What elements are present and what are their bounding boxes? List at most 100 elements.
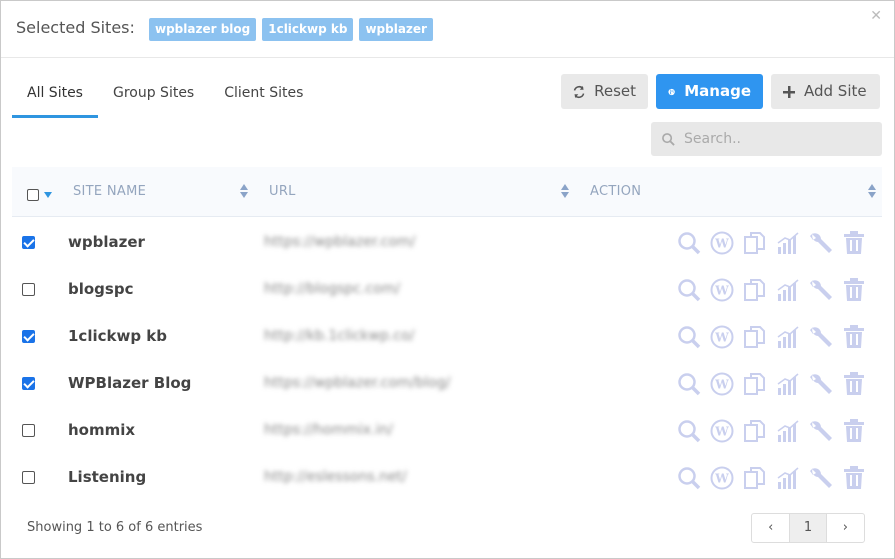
column-site-name[interactable]: SITE NAME: [73, 184, 146, 199]
site-name: hommix: [68, 421, 136, 439]
copy-icon[interactable]: [742, 324, 768, 350]
stats-icon[interactable]: [775, 324, 801, 350]
wrench-icon[interactable]: [808, 277, 834, 303]
magnifier-icon[interactable]: [676, 418, 702, 444]
wordpress-icon[interactable]: W: [709, 418, 735, 444]
prev-page-button[interactable]: ‹: [752, 514, 789, 542]
stats-icon[interactable]: [775, 277, 801, 303]
row-actions: W: [676, 324, 867, 350]
row-actions: W: [676, 230, 867, 256]
svg-text:W: W: [714, 425, 729, 439]
stats-icon[interactable]: [775, 465, 801, 491]
table-row: wpblazer https://wpblazer.com/W: [12, 218, 882, 265]
wordpress-icon[interactable]: W: [709, 277, 735, 303]
svg-text:W: W: [714, 331, 729, 345]
entries-info: Showing 1 to 6 of 6 entries: [27, 520, 203, 535]
site-name: Listening: [68, 468, 147, 486]
globe-icon: [668, 88, 675, 95]
table-row: Listening http://eslessons.net/W: [12, 453, 882, 500]
site-name: blogspc: [68, 280, 134, 298]
wordpress-icon[interactable]: W: [709, 324, 735, 350]
magnifier-icon[interactable]: [676, 230, 702, 256]
copy-icon[interactable]: [742, 418, 768, 444]
search-box: [651, 122, 882, 156]
wrench-icon[interactable]: [808, 230, 834, 256]
copy-icon[interactable]: [742, 465, 768, 491]
site-url[interactable]: http://kb.1clickwp.co/: [264, 328, 414, 344]
modal-title: Selected Sites:: [16, 18, 135, 37]
add-site-button[interactable]: Add Site: [771, 74, 880, 109]
stats-icon[interactable]: [775, 371, 801, 397]
trash-icon[interactable]: [841, 418, 867, 444]
selected-site-chip[interactable]: 1clickwp kb: [262, 18, 354, 41]
search-input[interactable]: [684, 131, 874, 147]
table-row: hommix https://hommix.in/W: [12, 406, 882, 453]
row-checkbox[interactable]: [22, 236, 35, 249]
refresh-icon: [573, 85, 585, 98]
sort-icon[interactable]: [868, 183, 876, 199]
row-actions: W: [676, 371, 867, 397]
select-all-checkbox[interactable]: [27, 189, 39, 201]
trash-icon[interactable]: [841, 465, 867, 491]
column-url[interactable]: URL: [269, 184, 296, 199]
site-url[interactable]: http://blogspc.com/: [264, 281, 400, 297]
copy-icon[interactable]: [742, 230, 768, 256]
add-site-label: Add Site: [804, 82, 867, 100]
wrench-icon[interactable]: [808, 418, 834, 444]
svg-text:W: W: [714, 284, 729, 298]
table-header: SITE NAME URL ACTION: [12, 167, 882, 217]
manage-button[interactable]: Manage: [656, 74, 763, 109]
wordpress-icon[interactable]: W: [709, 230, 735, 256]
column-action[interactable]: ACTION: [590, 184, 641, 199]
site-url[interactable]: https://hommix.in/: [264, 422, 393, 438]
reset-button[interactable]: Reset: [561, 74, 648, 109]
tab-client-sites[interactable]: Client Sites: [209, 73, 318, 118]
row-checkbox[interactable]: [22, 330, 35, 343]
search-icon: [662, 132, 675, 146]
pagination: ‹ 1 ›: [751, 513, 865, 543]
site-tabs: All Sites Group Sites Client Sites: [12, 73, 318, 118]
page-button[interactable]: 1: [789, 514, 827, 542]
row-checkbox[interactable]: [22, 424, 35, 437]
wordpress-icon[interactable]: W: [709, 371, 735, 397]
site-name: 1clickwp kb: [68, 327, 168, 345]
wrench-icon[interactable]: [808, 324, 834, 350]
sort-icon[interactable]: [240, 183, 248, 199]
close-icon[interactable]: ✕: [870, 8, 882, 24]
copy-icon[interactable]: [742, 277, 768, 303]
selected-site-chip[interactable]: wpblazer: [359, 18, 433, 41]
tab-group-sites[interactable]: Group Sites: [98, 73, 209, 118]
site-name: WPBlazer Blog: [68, 374, 192, 392]
trash-icon[interactable]: [841, 371, 867, 397]
sort-icon[interactable]: [561, 183, 569, 199]
site-url[interactable]: https://wpblazer.com/blog/: [264, 375, 450, 391]
site-name: wpblazer: [68, 233, 145, 251]
copy-icon[interactable]: [742, 371, 768, 397]
svg-text:W: W: [714, 237, 729, 251]
selected-chips: wpblazer blog 1clickwp kb wpblazer: [149, 18, 433, 41]
svg-text:W: W: [714, 472, 729, 486]
magnifier-icon[interactable]: [676, 465, 702, 491]
magnifier-icon[interactable]: [676, 277, 702, 303]
trash-icon[interactable]: [841, 230, 867, 256]
stats-icon[interactable]: [775, 418, 801, 444]
site-url[interactable]: https://wpblazer.com/: [264, 234, 415, 250]
trash-icon[interactable]: [841, 324, 867, 350]
row-checkbox[interactable]: [22, 377, 35, 390]
stats-icon[interactable]: [775, 230, 801, 256]
next-page-button[interactable]: ›: [827, 514, 864, 542]
selected-site-chip[interactable]: wpblazer blog: [149, 18, 257, 41]
row-actions: W: [676, 277, 867, 303]
wrench-icon[interactable]: [808, 371, 834, 397]
row-checkbox[interactable]: [22, 471, 35, 484]
wrench-icon[interactable]: [808, 465, 834, 491]
wordpress-icon[interactable]: W: [709, 465, 735, 491]
magnifier-icon[interactable]: [676, 371, 702, 397]
magnifier-icon[interactable]: [676, 324, 702, 350]
site-url[interactable]: http://eslessons.net/: [264, 469, 407, 485]
tab-all-sites[interactable]: All Sites: [12, 73, 98, 118]
select-sites-modal: Selected Sites: wpblazer blog 1clickwp k…: [0, 0, 895, 559]
trash-icon[interactable]: [841, 277, 867, 303]
row-checkbox[interactable]: [22, 283, 35, 296]
chevron-down-icon[interactable]: [44, 192, 52, 198]
